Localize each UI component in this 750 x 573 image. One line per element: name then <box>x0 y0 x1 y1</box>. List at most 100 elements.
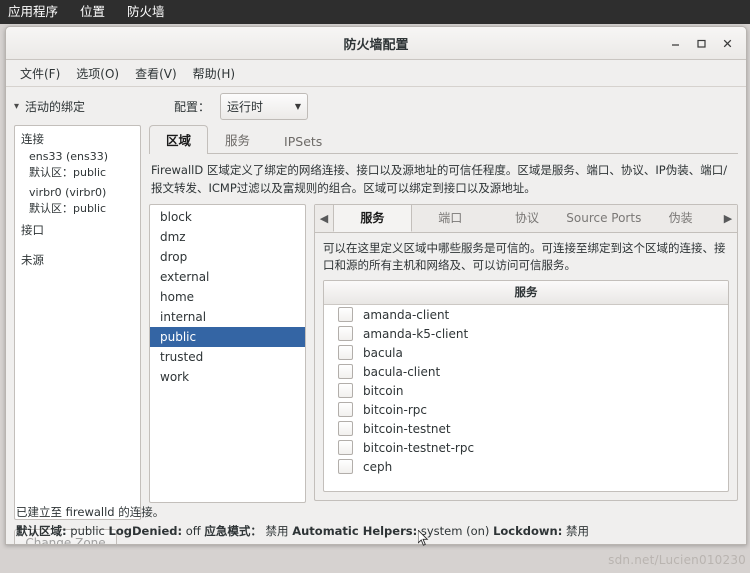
zone-item-internal[interactable]: internal <box>150 307 305 327</box>
service-label: ceph <box>363 459 393 474</box>
logdenied-value: off <box>185 524 201 538</box>
service-label: bitcoin <box>363 383 404 398</box>
bindings-section-sources: 未源 <box>21 253 44 267</box>
service-row[interactable]: bitcoin <box>324 381 728 400</box>
minimize-icon[interactable] <box>662 30 688 56</box>
window-title: 防火墙配置 <box>343 37 409 53</box>
tabs-scroll-left-icon[interactable]: ◀ <box>315 212 333 225</box>
active-bindings-label: 活动的绑定 <box>25 99 86 114</box>
menubar: 文件(F) 选项(O) 查看(V) 帮助(H) <box>6 60 746 87</box>
services-description: 可以在这里定义区域中哪些服务是可信的。可连接至绑定到这个区域的连接、接口和源的所… <box>323 240 726 273</box>
service-label: bitcoin-rpc <box>363 402 428 417</box>
zone-item-public[interactable]: public <box>150 326 305 347</box>
toolbar: ▾ 活动的绑定 配置： 运行时 ▼ <box>6 87 746 125</box>
configuration-select[interactable]: 运行时 ▼ <box>220 92 309 120</box>
service-checkbox[interactable] <box>338 421 353 437</box>
lockdown-label: Lockdown: <box>493 524 563 538</box>
default-zone-value: public <box>70 524 105 538</box>
bindings-pane: 连接 ens33 (ens33) 默认区：public virbr0 (virb… <box>14 125 141 544</box>
panel-item-applications[interactable]: 应用程序 <box>0 0 69 24</box>
automatic-helpers-label: Automatic Helpers: <box>292 524 418 538</box>
service-row[interactable]: bitcoin-testnet <box>324 419 728 438</box>
chevron-down-icon: ▾ <box>14 100 20 112</box>
bindings-section-connections: 连接 <box>21 132 44 146</box>
bindings-section-interfaces: 接口 <box>21 223 44 237</box>
tab-zones[interactable]: 区域 <box>149 125 209 154</box>
close-icon[interactable] <box>714 30 740 56</box>
services-list[interactable]: 服务 amanda-client amanda-k5-client bacula <box>323 280 729 492</box>
zone-item-dmz[interactable]: dmz <box>150 227 305 247</box>
service-label: bitcoin-testnet <box>363 421 451 436</box>
statusbar: 已建立至 firewalld 的连接。 默认区域: public LogDeni… <box>6 500 746 544</box>
panic-mode-label: 应急模式： <box>204 524 262 538</box>
service-row[interactable]: amanda-client <box>324 305 728 324</box>
service-label: bacula-client <box>363 364 441 379</box>
firewall-config-window: 防火墙配置 文件(F) 选项(O) 查看(V) 帮助(H) ▾ 活动的绑定 配置… <box>5 26 747 545</box>
service-checkbox[interactable] <box>338 459 353 475</box>
zone-item-drop[interactable]: drop <box>150 247 305 267</box>
service-checkbox[interactable] <box>338 364 353 380</box>
service-label: bacula <box>363 345 403 360</box>
service-label: amanda-client <box>363 307 450 322</box>
detail-tab-protocols[interactable]: 协议 <box>489 205 566 231</box>
service-checkbox[interactable] <box>338 383 353 399</box>
service-row[interactable]: bitcoin-rpc <box>324 400 728 419</box>
service-checkbox[interactable] <box>338 440 353 456</box>
maximize-icon[interactable] <box>688 30 714 56</box>
service-checkbox[interactable] <box>338 402 353 418</box>
service-row[interactable]: amanda-k5-client <box>324 324 728 343</box>
connection-ens33[interactable]: ens33 (ens33) <box>29 150 134 163</box>
default-zone-label: 默认区域: <box>16 524 67 538</box>
automatic-helpers-value: system (on) <box>420 524 490 538</box>
service-checkbox[interactable] <box>338 345 353 361</box>
services-column-header: 服务 <box>324 281 728 306</box>
bindings-tree[interactable]: 连接 ens33 (ens33) 默认区：public virbr0 (virb… <box>14 125 141 520</box>
menu-view[interactable]: 查看(V) <box>127 63 185 84</box>
chevron-down-icon: ▼ <box>294 101 302 111</box>
service-row[interactable]: bacula <box>324 343 728 362</box>
service-label: amanda-k5-client <box>363 326 469 341</box>
window-titlebar: 防火墙配置 <box>6 27 746 60</box>
active-bindings-toggle[interactable]: ▾ 活动的绑定 <box>14 98 164 115</box>
desktop-top-panel: 应用程序 位置 防火墙 <box>0 0 750 24</box>
service-row[interactable]: bitcoin-testnet-rpc <box>324 438 728 457</box>
firewall-status-summary: 默认区域: public LogDenied: off 应急模式： 禁用 Aut… <box>6 522 746 544</box>
zone-item-work[interactable]: work <box>150 367 305 387</box>
menu-options[interactable]: 选项(O) <box>68 63 127 84</box>
connection-ens33-zone: 默认区：public <box>29 166 107 179</box>
service-row[interactable]: ceph <box>324 457 728 476</box>
zone-detail-tabs: ◀ 服务 端口 协议 Source Ports 伪装 ▶ <box>315 204 737 233</box>
connection-status: 已建立至 firewalld 的连接。 <box>16 505 165 519</box>
tabs-scroll-right-icon[interactable]: ▶ <box>719 212 737 225</box>
zone-item-home[interactable]: home <box>150 287 305 307</box>
menu-help[interactable]: 帮助(H) <box>185 63 243 84</box>
zone-item-trusted[interactable]: trusted <box>150 347 305 367</box>
service-row[interactable]: bacula-client <box>324 362 728 381</box>
panic-mode-value: 禁用 <box>265 524 289 538</box>
service-checkbox[interactable] <box>338 307 353 323</box>
zones-description: FirewallD 区域定义了绑定的网络连接、接口以及源地址的可信任程度。区域是… <box>151 163 728 195</box>
detail-tab-ports[interactable]: 端口 <box>412 205 489 231</box>
detail-tab-source-ports[interactable]: Source Ports <box>565 207 642 230</box>
detail-tab-masquerade[interactable]: 伪装 <box>642 205 719 231</box>
watermark-text: sdn.net/Lucien010230 <box>608 553 746 567</box>
connection-virbr0[interactable]: virbr0 (virbr0) <box>29 186 134 199</box>
panel-item-firewall[interactable]: 防火墙 <box>116 0 176 24</box>
tab-ipsets[interactable]: IPSets <box>267 129 339 154</box>
window-body: 连接 ens33 (ens33) 默认区：public virbr0 (virb… <box>6 125 746 544</box>
zone-detail-panel: ◀ 服务 端口 协议 Source Ports 伪装 ▶ 可以在这里定义区域中哪… <box>314 203 738 501</box>
main-pane: 区域 服务 IPSets FirewallD 区域定义了绑定的网络连接、接口以及… <box>149 125 738 544</box>
zone-item-block[interactable]: block <box>150 207 305 227</box>
detail-tab-services[interactable]: 服务 <box>333 204 412 232</box>
zones-and-details: block dmz drop external home internal pu… <box>149 203 738 503</box>
configuration-select-value: 运行时 <box>227 99 264 114</box>
menu-file[interactable]: 文件(F) <box>12 63 68 84</box>
service-checkbox[interactable] <box>338 326 353 342</box>
service-label: bitcoin-testnet-rpc <box>363 440 475 455</box>
zone-item-external[interactable]: external <box>150 267 305 287</box>
tab-services[interactable]: 服务 <box>208 125 267 154</box>
configuration-label: 配置： <box>174 99 211 114</box>
panel-item-places[interactable]: 位置 <box>69 0 116 24</box>
lockdown-value: 禁用 <box>565 524 589 538</box>
zone-list[interactable]: block dmz drop external home internal pu… <box>149 203 306 503</box>
